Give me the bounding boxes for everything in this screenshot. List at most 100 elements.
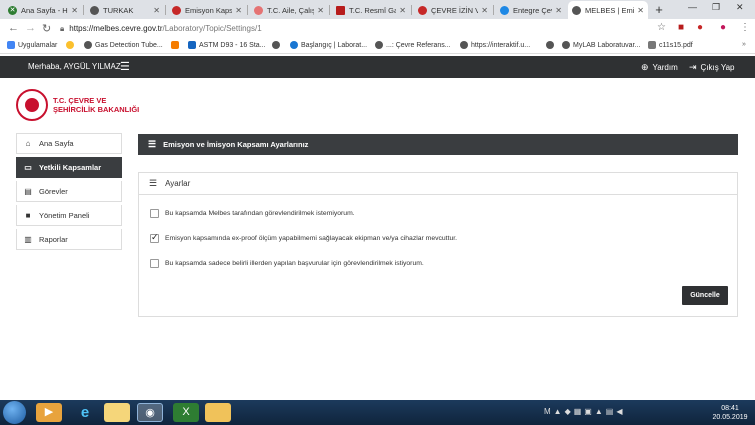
tab-divider bbox=[411, 5, 412, 15]
pdf-extension-icon[interactable]: ■ bbox=[678, 22, 684, 33]
app-header: Merhaba, AYGÜL YILMAZ ☰ ⊕ Yardım ⇥ Çıkış Y… bbox=[0, 56, 755, 78]
bookmark-item[interactable] bbox=[546, 41, 557, 49]
user-greeting: Merhaba, AYGÜL YILMAZ bbox=[28, 62, 121, 71]
tab-favicon-icon bbox=[572, 5, 581, 15]
globe-icon bbox=[460, 41, 468, 49]
help-link[interactable]: ⊕ Yardım bbox=[641, 62, 678, 73]
browser-tab[interactable]: ✕ Ana Sayfa - Ha ✕ bbox=[4, 1, 82, 19]
bookmark-star-icon[interactable]: ☆ bbox=[657, 22, 666, 33]
logo-line-1: T.C. ÇEVRE VE bbox=[53, 96, 107, 105]
astm-icon bbox=[188, 41, 196, 49]
restore-icon[interactable]: ❐ bbox=[712, 2, 720, 13]
sidebar-item-yetkili-kapsamlar[interactable]: ▭ Yetkili Kapsamlar bbox=[16, 157, 122, 178]
browser-tab[interactable]: Entegre Çevre✕ bbox=[496, 1, 566, 19]
sidebar-item-gorevler[interactable]: ▤ Görevler bbox=[16, 181, 122, 202]
logout-icon: ⇥ bbox=[689, 62, 697, 72]
internet-explorer-icon[interactable]: e bbox=[72, 403, 98, 422]
tab-favicon-icon: ✕ bbox=[8, 5, 17, 15]
bookmark-item[interactable]: MyLAB Laboratuvar... bbox=[562, 41, 640, 49]
option-no-assignment[interactable]: Bu kapsamda Melbes tarafından görevlendi… bbox=[150, 209, 355, 218]
browser-tab[interactable]: Emisyon Kapsa ✕ bbox=[168, 1, 246, 19]
sliders-icon: ☰ bbox=[148, 139, 157, 149]
card-title: Ayarlar bbox=[165, 179, 191, 188]
excel-icon[interactable]: X bbox=[173, 403, 199, 422]
home-icon: ⌂ bbox=[25, 139, 31, 148]
apps-grid-icon bbox=[7, 41, 15, 49]
start-button[interactable] bbox=[3, 401, 26, 424]
bookmark-item[interactable]: ...: Çevre Referans... bbox=[375, 41, 451, 49]
sidebar-item-ana-sayfa[interactable]: ⌂ Ana Sayfa bbox=[16, 133, 122, 154]
close-tab-icon[interactable]: ✕ bbox=[481, 6, 488, 15]
menu-kebab-icon[interactable]: ⋮ bbox=[740, 22, 750, 33]
folder-icon[interactable] bbox=[205, 403, 231, 422]
bookmark-item[interactable]: ASTM D93 - 16 Sta... bbox=[188, 41, 266, 49]
close-tab-icon[interactable]: ✕ bbox=[153, 6, 160, 15]
close-tab-icon[interactable]: ✕ bbox=[71, 6, 78, 15]
checkbox-checked[interactable] bbox=[150, 232, 159, 243]
bookmark-item[interactable]: c11s15.pdf bbox=[648, 41, 693, 49]
close-tab-icon[interactable]: ✕ bbox=[637, 6, 644, 15]
forward-icon[interactable]: → bbox=[25, 22, 36, 34]
close-tab-icon[interactable]: ✕ bbox=[317, 6, 324, 15]
option-ex-proof[interactable]: Emisyon kapsamında ex-proof ölçüm yapabi… bbox=[150, 232, 457, 243]
hamburger-menu-icon[interactable]: ☰ bbox=[120, 60, 130, 73]
update-button[interactable]: Güncelle bbox=[682, 286, 728, 305]
extension-icon[interactable]: ● bbox=[697, 22, 703, 33]
globe-icon bbox=[562, 41, 570, 49]
checkbox[interactable] bbox=[150, 209, 159, 218]
document-icon: ▤ bbox=[24, 186, 32, 196]
checkbox[interactable] bbox=[150, 259, 159, 268]
option-specific-provinces[interactable]: Bu kapsamda sadece belirli illerden yapı… bbox=[150, 259, 424, 268]
profile-avatar-icon[interactable]: ● bbox=[720, 22, 726, 33]
tab-favicon-icon bbox=[336, 5, 345, 15]
browser-tab-active[interactable]: MELBES | Emis ✕ bbox=[568, 1, 648, 19]
more-bookmarks-icon[interactable]: » bbox=[742, 41, 746, 48]
card-header: ☰ Ayarlar bbox=[139, 173, 737, 195]
bookmark-apps[interactable]: Uygulamalar bbox=[7, 41, 57, 49]
url-input[interactable]: 🔒︎ https://melbes.cevre.gov.tr/Laborator… bbox=[60, 21, 670, 36]
system-tray-icons[interactable]: M▲◆▦▣▲▤◀ bbox=[544, 407, 625, 416]
file-explorer-icon[interactable] bbox=[104, 403, 130, 422]
tab-divider bbox=[165, 5, 166, 15]
sidebar-item-yonetim-paneli[interactable]: ■ Yönetim Paneli bbox=[16, 205, 122, 226]
page-title: Emisyon ve İmisyon Kapsamı Ayarlarınız bbox=[163, 140, 309, 149]
sidebar-item-raporlar[interactable]: ▥ Raporlar bbox=[16, 229, 122, 250]
media-player-icon[interactable]: ▶ bbox=[36, 403, 62, 422]
browser-tab[interactable]: T.C. Resmî Gaze✕ bbox=[332, 1, 410, 19]
tab-favicon-icon bbox=[172, 5, 181, 15]
ministry-seal-icon bbox=[16, 89, 48, 121]
logout-link[interactable]: ⇥ Çıkış Yap bbox=[689, 62, 735, 73]
tab-divider bbox=[329, 5, 330, 15]
bookmarks-bar: Uygulamalar Gas Detection Tube... ASTM D… bbox=[0, 39, 755, 54]
chart-icon: ▥ bbox=[24, 234, 32, 244]
site-icon bbox=[546, 41, 554, 49]
site-icon bbox=[171, 41, 179, 49]
browser-tab[interactable]: ÇEVRE İZİN VE✕ bbox=[414, 1, 492, 19]
ministry-logo[interactable]: T.C. ÇEVRE VE ŞEHİRCİLİK BAKANLIĞI bbox=[16, 89, 139, 121]
back-icon[interactable]: ← bbox=[8, 22, 19, 34]
close-tab-icon[interactable]: ✕ bbox=[555, 6, 562, 15]
close-tab-icon[interactable]: ✕ bbox=[399, 6, 406, 15]
site-icon bbox=[66, 41, 74, 49]
bookmark-item[interactable]: Başlangıç | Laborat... bbox=[290, 41, 367, 49]
tab-favicon-icon bbox=[418, 5, 427, 15]
bookmark-item[interactable] bbox=[66, 41, 77, 49]
browser-tab[interactable]: TURKAK ✕ bbox=[86, 1, 164, 19]
minimize-icon[interactable]: — bbox=[688, 2, 697, 12]
globe-icon bbox=[272, 41, 280, 49]
bookmark-item[interactable]: Gas Detection Tube... bbox=[84, 41, 163, 49]
browser-tab-strip: ✕ Ana Sayfa - Ha ✕ TURKAK ✕ Emisyon Kapsa ✕ … bbox=[0, 0, 755, 19]
bookmark-item[interactable]: https://interaktif.u... bbox=[460, 41, 530, 49]
taskbar-clock[interactable]: 08:41 20.05.2019 bbox=[710, 404, 750, 422]
reload-icon[interactable]: ↻ bbox=[42, 22, 51, 35]
close-tab-icon[interactable]: ✕ bbox=[235, 6, 242, 15]
sidebar: ⌂ Ana Sayfa ▭ Yetkili Kapsamlar ▤ Görevler … bbox=[16, 133, 122, 253]
browser-tab[interactable]: T.C. Aile, Çalışı ✕ bbox=[250, 1, 328, 19]
new-tab-button[interactable]: + bbox=[651, 2, 667, 18]
bookmark-item[interactable] bbox=[272, 41, 283, 49]
tab-favicon-icon bbox=[500, 5, 509, 15]
chrome-icon[interactable]: ◉ bbox=[137, 403, 163, 422]
window-close-icon[interactable]: ✕ bbox=[736, 2, 744, 13]
windows-taskbar: ▶ e ◉ X M▲◆▦▣▲▤◀ 08:41 20.05.2019 bbox=[0, 400, 755, 425]
bookmark-item[interactable] bbox=[171, 41, 182, 49]
